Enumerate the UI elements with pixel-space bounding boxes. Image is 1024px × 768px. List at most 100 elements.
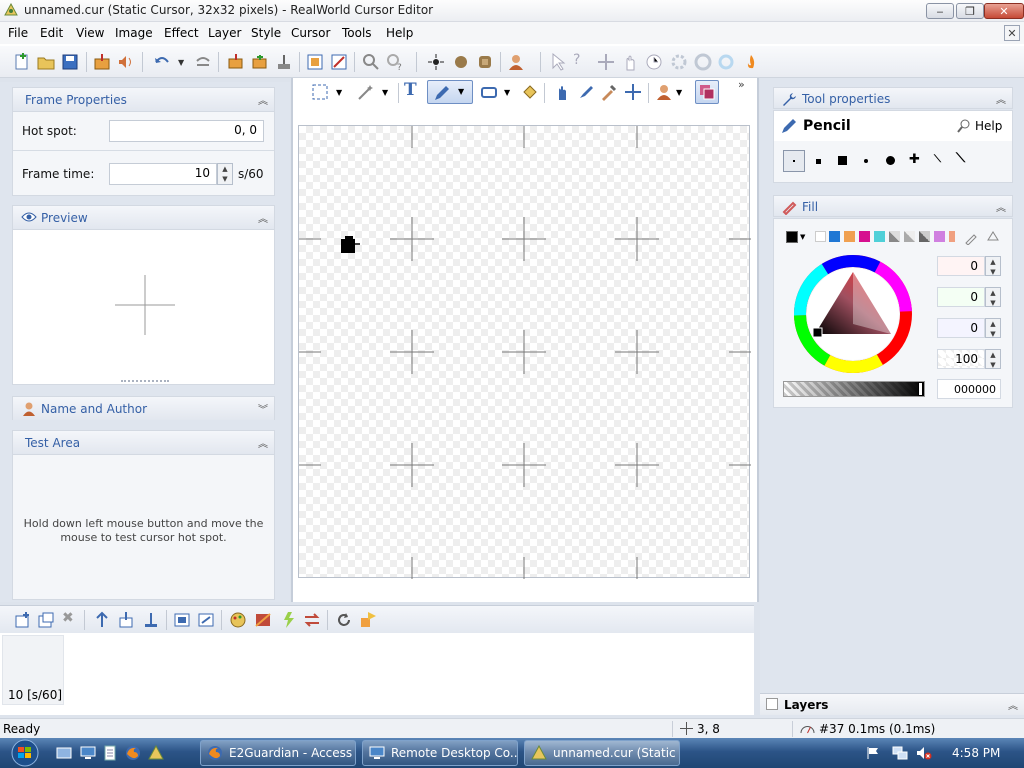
layers-header[interactable]: Layers ︽ [760,693,1024,715]
green-channel-input[interactable]: 0 [937,287,985,307]
taskbar-e2guardian[interactable]: E2Guardian - Access ... [200,740,356,766]
image-edit-icon[interactable] [253,610,273,630]
opacity-slider-thumb[interactable] [918,382,923,396]
menu-style[interactable]: Style [251,26,281,40]
save-icon[interactable] [60,52,80,72]
alpha-channel-stepper[interactable]: ▲ ▼ [985,349,1001,369]
name-author-header[interactable]: Name and Author ︾ [12,396,275,420]
help-cursor-icon[interactable]: ? [573,52,593,72]
menu-image[interactable]: Image [115,26,153,40]
pencil-tool-button[interactable]: ▼ [427,80,473,104]
palette-swatch[interactable] [859,231,870,242]
frame-resize-icon[interactable] [196,610,216,630]
import-icon[interactable] [92,52,112,72]
duplicate-frame-icon[interactable] [36,610,56,630]
cursor-editor-quicklaunch-icon[interactable] [148,745,164,761]
collapse-chevron-icon[interactable]: ︽ [258,210,268,225]
color-wheel[interactable] [793,254,913,374]
color-dropdown-icon[interactable]: ▼ [800,233,805,241]
expand-chevron-icon[interactable]: ︽ [1008,697,1018,712]
lifebuoy-icon[interactable] [693,52,713,72]
action-center-flag-icon[interactable] [866,746,880,760]
brush-size-2[interactable] [816,159,821,164]
drawing-canvas[interactable] [298,125,751,579]
palette-swatch[interactable] [904,231,915,242]
menu-tools[interactable]: Tools [342,26,372,40]
system-clock[interactable]: 4:58 PM [952,746,1000,760]
notepad-icon[interactable] [102,745,118,761]
remote-desktop-quicklaunch-icon[interactable] [80,745,96,761]
fill-bucket-icon[interactable] [520,82,540,102]
show-desktop-icon[interactable] [56,745,72,761]
palette-swatch[interactable] [815,231,826,242]
network-icon[interactable] [892,746,908,760]
firefox-quicklaunch-icon[interactable] [125,745,141,761]
sphere-effect-icon[interactable] [451,52,471,72]
selection-icon[interactable] [310,82,330,102]
primary-color-swatch[interactable] [786,231,798,243]
effect-icon[interactable] [278,610,298,630]
menu-layer[interactable]: Layer [208,26,241,40]
zoom-help-icon[interactable]: ? [385,52,405,72]
eyedropper-icon[interactable] [599,82,619,102]
smudge-icon[interactable] [552,82,572,102]
palette-swatch[interactable] [919,231,930,242]
close-button[interactable]: ✕ [984,3,1024,19]
brush-slash-large[interactable]: ⟍ [956,151,965,166]
frame-properties-header[interactable]: Frame Properties ︽ [12,87,275,111]
swap-icon[interactable] [302,610,322,630]
move-up-icon[interactable] [92,610,112,630]
palette-icon[interactable] [228,610,248,630]
tool-properties-header[interactable]: Tool properties ︽ [773,87,1013,109]
document-close-button[interactable]: ✕ [1004,25,1020,41]
layer-visibility-checkbox[interactable] [766,698,778,710]
bevel-effect-icon[interactable] [475,52,495,72]
open-file-icon[interactable] [36,52,56,72]
resize-grip[interactable] [121,380,169,383]
fire-icon[interactable] [741,52,761,72]
taskbar-cursor-editor[interactable]: unnamed.cur (Static ... [524,740,680,766]
hand-cursor-icon[interactable] [620,52,640,72]
brush-slash-small[interactable]: ⟍ [934,154,941,165]
clock-cursor-icon[interactable] [644,52,664,72]
stamp-icon[interactable] [654,82,674,102]
brush-round-large[interactable] [886,156,895,165]
selection-dropdown-icon[interactable]: ▼ [336,88,356,108]
help-link[interactable]: Help [975,119,1002,133]
brush-icon[interactable] [576,82,596,102]
menu-view[interactable]: View [76,26,104,40]
rectangle-tool-icon[interactable] [479,82,499,102]
help-magnifier-icon[interactable] [956,118,972,134]
menu-file[interactable]: File [8,26,28,40]
blue-channel-stepper[interactable]: ▲ ▼ [985,318,1001,338]
paste-icon[interactable] [250,52,270,72]
refresh-icon[interactable] [334,610,354,630]
toolbar-overflow-icon[interactable]: » [738,78,758,98]
sound-icon[interactable] [116,52,136,72]
redo-icon[interactable] [193,52,213,72]
brush-plus[interactable]: ✚ [909,152,920,167]
alpha-channel-input[interactable]: 100 [937,349,985,369]
palette-swatch[interactable] [949,231,955,242]
add-frame-icon[interactable] [12,610,32,630]
palette-swatch[interactable] [889,231,900,242]
brush-size-3[interactable] [838,156,847,165]
blue-channel-input[interactable]: 0 [937,318,985,338]
minimize-button[interactable]: ‒ [926,3,954,19]
green-channel-stepper[interactable]: ▲ ▼ [985,287,1001,307]
menu-cursor[interactable]: Cursor [291,26,330,40]
copy-icon[interactable] [226,52,246,72]
frame-properties-icon[interactable] [172,610,192,630]
move-cursor-icon[interactable] [596,52,616,72]
eyedropper-icon[interactable] [964,229,980,245]
undo-icon[interactable] [152,52,172,72]
hex-color-input[interactable]: 000000 [937,379,1001,399]
red-channel-stepper[interactable]: ▲ ▼ [985,256,1001,276]
preview-header[interactable]: Preview ︽ [12,205,275,229]
ring-icon[interactable] [716,52,736,72]
volume-muted-icon[interactable] [916,746,932,760]
burst-effect-icon[interactable] [426,52,446,72]
menu-help[interactable]: Help [386,26,413,40]
hotspot-tool-icon[interactable] [623,82,643,102]
user-icon[interactable] [506,52,526,72]
